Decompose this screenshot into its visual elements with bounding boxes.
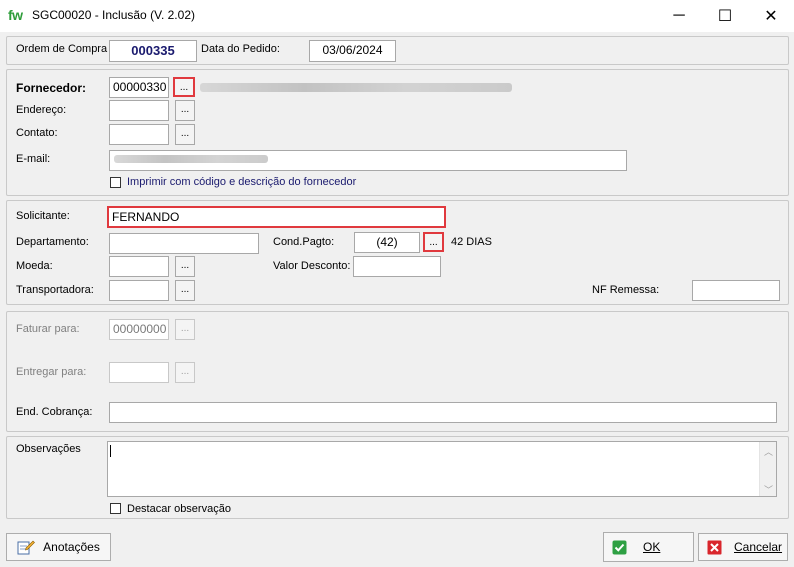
carrier-field[interactable] xyxy=(109,280,169,301)
minimize-icon[interactable]: ─ xyxy=(656,0,702,32)
date-label: Data do Pedido: xyxy=(201,43,280,55)
currency-field[interactable] xyxy=(109,256,169,277)
cancel-x-icon xyxy=(707,540,722,554)
bill-to-label: Faturar para: xyxy=(16,323,80,335)
window-title: SGC00020 - Inclusão (V. 2.02) xyxy=(32,8,195,22)
discount-label: Valor Desconto: xyxy=(273,260,351,272)
checkmark-icon xyxy=(612,540,627,554)
scroll-down-icon[interactable]: ﹀ xyxy=(764,483,773,496)
contact-label: Contato: xyxy=(16,127,58,139)
address-field[interactable] xyxy=(109,100,169,121)
notepad-pencil-icon xyxy=(17,540,36,555)
billing-address-field[interactable] xyxy=(109,402,777,423)
order-date-field[interactable]: 03/06/2024 xyxy=(309,40,396,62)
annotations-button-label: Anotações xyxy=(43,540,100,554)
ok-button-label: OK xyxy=(643,540,661,554)
ok-button[interactable]: OK xyxy=(603,532,694,562)
deliver-to-lookup-button[interactable]: ... xyxy=(175,362,195,383)
order-number-field[interactable]: 000335 xyxy=(109,40,197,62)
supplier-lookup-button[interactable]: ... xyxy=(173,77,195,97)
requester-field[interactable]: FERNANDO xyxy=(107,206,446,228)
department-label: Departamento: xyxy=(16,236,89,248)
billing-address-label: End. Cobrança: xyxy=(16,406,93,418)
cancel-button[interactable]: Cancelar xyxy=(698,533,788,561)
bill-to-field[interactable]: 00000000 xyxy=(109,319,169,340)
payment-terms-label: Cond.Pagto: xyxy=(273,236,335,248)
maximize-icon[interactable]: ☐ xyxy=(702,0,748,32)
address-lookup-button[interactable]: ... xyxy=(175,100,195,121)
close-icon[interactable]: ✕ xyxy=(748,0,794,32)
highlight-notes-checkbox[interactable] xyxy=(110,503,121,514)
supplier-label: Fornecedor: xyxy=(16,81,87,95)
email-redacted xyxy=(114,155,268,163)
carrier-label: Transportadora: xyxy=(16,284,94,296)
annotations-button[interactable]: Anotações xyxy=(6,533,111,561)
supplier-code-field[interactable]: 00000330 xyxy=(109,77,169,98)
contact-lookup-button[interactable]: ... xyxy=(175,124,195,145)
payment-terms-description: 42 DIAS xyxy=(451,236,492,248)
print-supplier-checkbox[interactable] xyxy=(110,177,121,188)
email-label: E-mail: xyxy=(16,153,51,165)
nf-remessa-label: NF Remessa: xyxy=(592,284,660,296)
notes-textarea[interactable] xyxy=(107,441,777,497)
carrier-lookup-button[interactable]: ... xyxy=(175,280,195,301)
text-cursor xyxy=(110,445,111,457)
deliver-to-label: Entregar para: xyxy=(16,366,87,378)
scroll-up-icon[interactable]: ︿ xyxy=(764,445,773,458)
highlight-notes-label: Destacar observação xyxy=(127,503,231,515)
print-supplier-label: Imprimir com código e descrição do forne… xyxy=(127,176,357,188)
cancel-button-label: Cancelar xyxy=(734,540,783,554)
address-label: Endereço: xyxy=(16,104,67,116)
department-field[interactable] xyxy=(109,233,259,254)
payment-terms-field[interactable]: (42) xyxy=(354,232,420,253)
order-label: Ordem de Compra xyxy=(16,43,108,55)
deliver-to-field[interactable] xyxy=(109,362,169,383)
currency-lookup-button[interactable]: ... xyxy=(175,256,195,277)
app-logo: fw xyxy=(8,7,23,23)
discount-field[interactable] xyxy=(353,256,441,277)
contact-field[interactable] xyxy=(109,124,169,145)
supplier-name-redacted xyxy=(200,83,512,92)
bill-to-lookup-button[interactable]: ... xyxy=(175,319,195,340)
payment-terms-lookup-button[interactable]: ... xyxy=(423,232,444,252)
requester-label: Solicitante: xyxy=(16,210,70,222)
notes-label: Observações xyxy=(16,443,81,455)
nf-remessa-field[interactable] xyxy=(692,280,780,301)
currency-label: Moeda: xyxy=(16,260,53,272)
